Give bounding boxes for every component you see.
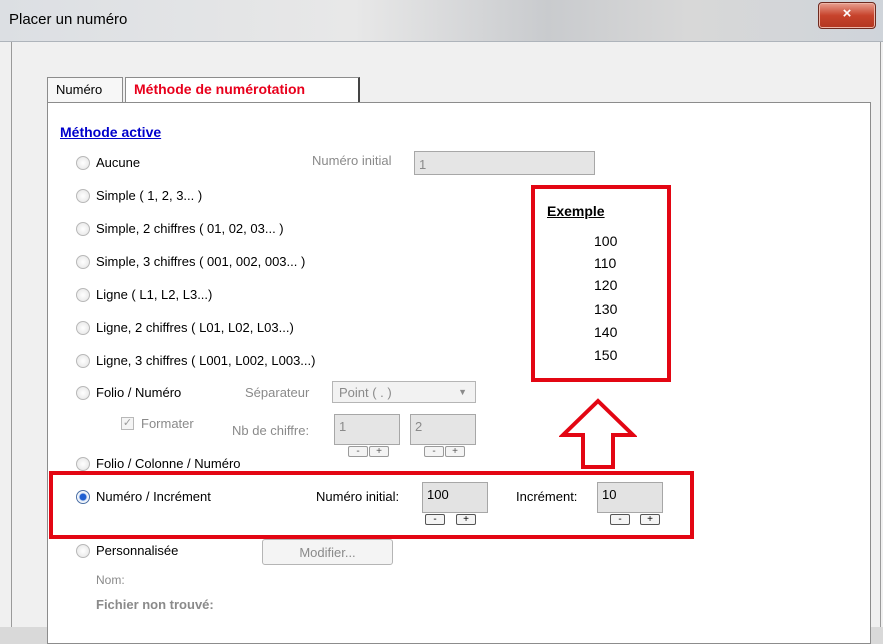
selected-method-annotation-box — [49, 471, 694, 539]
tab-numero-label: Numéro — [56, 82, 103, 97]
label-folio-colonne-numero: Folio / Colonne / Numéro — [96, 456, 241, 471]
dialog-window: Placer un numéro × Numéro Méthode de num… — [0, 0, 883, 644]
nb1-plus-button[interactable]: + — [369, 446, 389, 457]
separateur-select[interactable]: Point ( . ) ▼ — [332, 381, 476, 403]
file-status-label: Fichier non trouvé: — [96, 597, 214, 612]
exemple-value: 130 — [594, 301, 618, 317]
label-aucune: Aucune — [96, 155, 141, 170]
numero-initial-field[interactable]: 1 — [414, 151, 595, 175]
exemple-value: 100 — [594, 233, 618, 249]
label-ligne-2: Ligne, 2 chiffres ( L01, L02, L03...) — [96, 320, 294, 335]
radio-ligne[interactable] — [76, 288, 90, 302]
chevron-down-icon: ▼ — [458, 387, 467, 397]
label-simple-3: Simple, 3 chiffres ( 001, 002, 003... ) — [96, 254, 306, 269]
nb-chiffre-field-1[interactable]: 1 — [334, 414, 400, 445]
separateur-value: Point ( . ) — [339, 385, 392, 400]
tab-numero[interactable]: Numéro — [47, 77, 123, 102]
nb-chiffre-label: Nb de chiffre: — [232, 423, 310, 438]
radio-simple-2[interactable] — [76, 222, 90, 236]
radio-folio-colonne-numero[interactable] — [76, 457, 90, 471]
modifier-button[interactable]: Modifier... — [262, 539, 393, 565]
nom-label: Nom: — [96, 573, 125, 587]
label-ligne-3: Ligne, 3 chiffres ( L001, L002, L003...) — [96, 353, 316, 368]
up-arrow-icon — [559, 398, 637, 469]
radio-ligne-3[interactable] — [76, 354, 90, 368]
radio-personnalisee[interactable] — [76, 544, 90, 558]
exemple-value: 140 — [594, 324, 618, 340]
label-simple: Simple ( 1, 2, 3... ) — [96, 188, 203, 203]
window-title: Placer un numéro — [9, 11, 128, 28]
nb1-minus-button[interactable]: - — [348, 446, 368, 457]
exemple-value: 110 — [594, 255, 617, 271]
nb-chiffre-field-2[interactable]: 2 — [410, 414, 476, 445]
numero-initial-label: Numéro initial — [312, 153, 392, 168]
close-icon: × — [842, 5, 852, 22]
label-ligne: Ligne ( L1, L2, L3...) — [96, 287, 213, 302]
radio-simple[interactable] — [76, 189, 90, 203]
tab-methode-label: Méthode de numérotation — [134, 81, 306, 97]
formater-checkbox[interactable]: ✓ — [121, 417, 134, 430]
radio-folio-numero[interactable] — [76, 386, 90, 400]
nb2-plus-button[interactable]: + — [445, 446, 465, 457]
label-simple-2: Simple, 2 chiffres ( 01, 02, 03... ) — [96, 221, 284, 236]
label-personnalisee: Personnalisée — [96, 543, 179, 558]
section-title: Méthode active — [60, 124, 162, 140]
title-bar: Placer un numéro × — [0, 0, 883, 42]
formater-label: Formater — [141, 416, 194, 431]
close-button[interactable]: × — [818, 2, 876, 29]
radio-ligne-2[interactable] — [76, 321, 90, 335]
exemple-value: 150 — [594, 347, 618, 363]
radio-simple-3[interactable] — [76, 255, 90, 269]
radio-aucune[interactable] — [76, 156, 90, 170]
label-folio-numero: Folio / Numéro — [96, 385, 182, 400]
nb2-minus-button[interactable]: - — [424, 446, 444, 457]
exemple-title: Exemple — [547, 203, 605, 219]
exemple-value: 120 — [594, 277, 618, 293]
tab-panel — [47, 102, 871, 644]
separateur-label: Séparateur — [245, 385, 310, 400]
tab-methode-numerotation[interactable]: Méthode de numérotation — [125, 77, 360, 102]
